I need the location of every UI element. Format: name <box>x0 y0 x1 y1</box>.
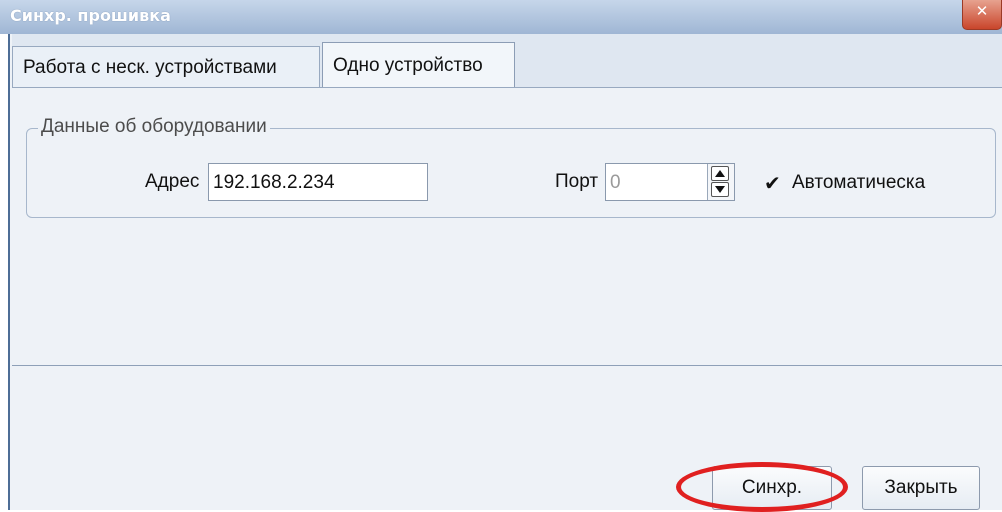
address-label: Адрес <box>145 171 200 192</box>
content-separator <box>12 365 1002 366</box>
close-button[interactable]: Закрыть <box>862 466 980 510</box>
hardware-group-title: Данные об оборудовании <box>38 116 270 138</box>
sync-button[interactable]: Синхр. <box>712 466 832 510</box>
tab-single-device[interactable]: Одно устройство <box>322 42 515 88</box>
arrow-down-icon[interactable] <box>711 182 729 197</box>
dialog-title: Синхр. прошивка <box>10 6 171 25</box>
sync-firmware-dialog: Синхр. прошивка ✕ Работа с неск. устройс… <box>0 0 1002 512</box>
title-bar: Синхр. прошивка <box>0 0 1002 34</box>
close-icon[interactable]: ✕ <box>962 0 1002 30</box>
tab-divider <box>12 87 1002 88</box>
port-spinner <box>707 164 734 200</box>
port-label: Порт <box>555 171 599 192</box>
auto-label: Автоматическа <box>792 172 926 193</box>
tab-bar: Работа с неск. устройствами Одно устройс… <box>12 34 1002 88</box>
window-left-border <box>0 34 10 510</box>
arrow-up-icon[interactable] <box>711 166 729 181</box>
auto-checkbox[interactable]: ✔ <box>764 172 786 194</box>
address-input[interactable]: 192.168.2.234 <box>208 163 428 201</box>
tab-multiple-devices[interactable]: Работа с неск. устройствами <box>12 46 320 88</box>
